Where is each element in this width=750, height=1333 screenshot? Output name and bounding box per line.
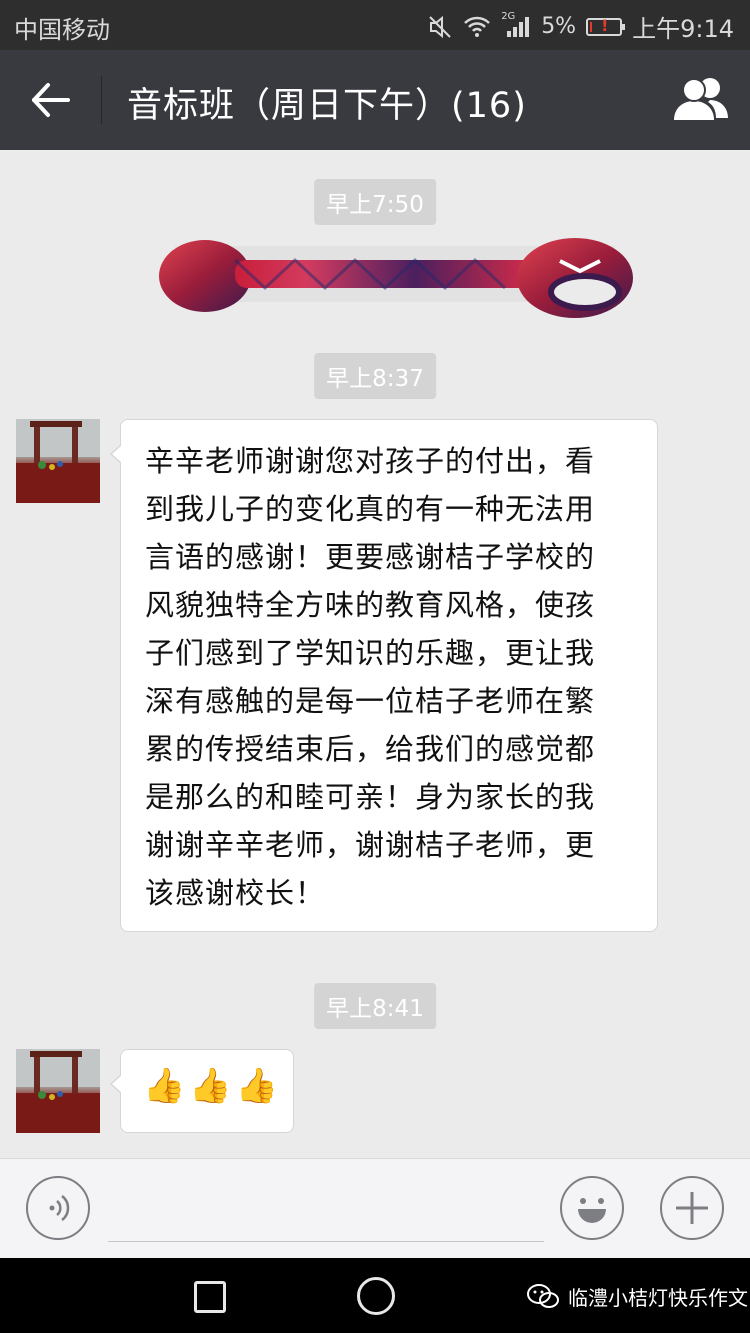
message-line: 是那么的和睦可亲！身为家长的我: [145, 780, 596, 814]
watermark-text: 临澧小桔灯快乐作文: [568, 1286, 748, 1310]
recent-apps-icon[interactable]: [194, 1281, 226, 1313]
chat-title: 音标班（周日下午）(16): [127, 86, 527, 126]
battery-percent: 5%: [541, 14, 577, 39]
colorful-key-sticker[interactable]: [155, 236, 640, 336]
system-nav-bar: 临澧小桔灯快乐作文: [0, 1258, 750, 1333]
status-icons: 2G 5% ! 上午9:14: [427, 9, 734, 44]
avatar[interactable]: [16, 419, 100, 503]
voice-icon: [49, 1195, 70, 1221]
message-line: 谢谢辛辛老师，谢谢桔子老师，更: [145, 828, 596, 862]
thumbs-up-icon: 👍: [143, 1066, 186, 1106]
plus-icon: [676, 1192, 708, 1224]
back-arrow-icon[interactable]: [26, 78, 76, 122]
chat-header: 音标班（周日下午）(16): [0, 50, 750, 150]
battery-low-icon: !: [586, 15, 626, 36]
message-line: 言语的感谢！更要感谢桔子学校的: [145, 540, 596, 574]
avatar[interactable]: [16, 1049, 100, 1133]
status-bar: 中国移动 2G 5% ! 上午9:14: [0, 0, 750, 50]
timestamp: 早上8:41: [314, 983, 436, 1029]
home-icon[interactable]: [357, 1277, 395, 1315]
emoji-message-bubble[interactable]: 👍 👍 👍: [110, 1049, 294, 1133]
message-line: 子们感到了学知识的乐趣，更让我: [145, 636, 596, 670]
message-text: 辛辛老师谢谢您对孩子的付出，看 到我儿子的变化真的有一种无法用 言语的感谢！更要…: [121, 420, 657, 935]
group-members-icon[interactable]: [670, 74, 730, 126]
more-button[interactable]: [660, 1176, 724, 1240]
battery-level: [590, 21, 593, 32]
message-input[interactable]: [108, 1241, 544, 1242]
message-line: 辛辛老师谢谢您对孩子的付出，看: [145, 444, 596, 478]
message-line: 深有感触的是每一位桔子老师在繁: [145, 684, 596, 718]
text-message-bubble[interactable]: 辛辛老师谢谢您对孩子的付出，看 到我儿子的变化真的有一种无法用 言语的感谢！更要…: [110, 419, 658, 935]
clock: 上午9:14: [632, 15, 734, 43]
watermark: 临澧小桔灯快乐作文: [526, 1282, 748, 1311]
message-line: 到我儿子的变化真的有一种无法用: [145, 492, 596, 526]
thumbs-up-icon: 👍: [235, 1066, 279, 1106]
message-line: 累的传授结束后，给我们的感觉都: [145, 732, 596, 766]
emoji-button[interactable]: [560, 1176, 624, 1240]
thumbs-up-icon: 👍: [189, 1066, 232, 1106]
emoji-message: 👍 👍 👍: [121, 1050, 293, 1122]
message-line: 风貌独特全方味的教育风格，使孩: [145, 588, 596, 622]
smiley-icon: [578, 1198, 606, 1223]
timestamp: 早上7:50: [314, 179, 436, 225]
mute-icon: [429, 15, 451, 38]
timestamp: 早上8:37: [314, 353, 436, 399]
input-bar: [0, 1158, 750, 1259]
battery-warning-mark: !: [601, 15, 609, 35]
voice-button[interactable]: [26, 1176, 90, 1240]
message-line: 该感谢校长！: [145, 876, 326, 910]
wifi-icon: [464, 16, 491, 37]
signal-icon: 2G: [501, 11, 531, 39]
carrier-label: 中国移动: [14, 16, 110, 44]
wechat-logo-icon: [527, 1283, 559, 1308]
header-divider: [101, 76, 102, 124]
